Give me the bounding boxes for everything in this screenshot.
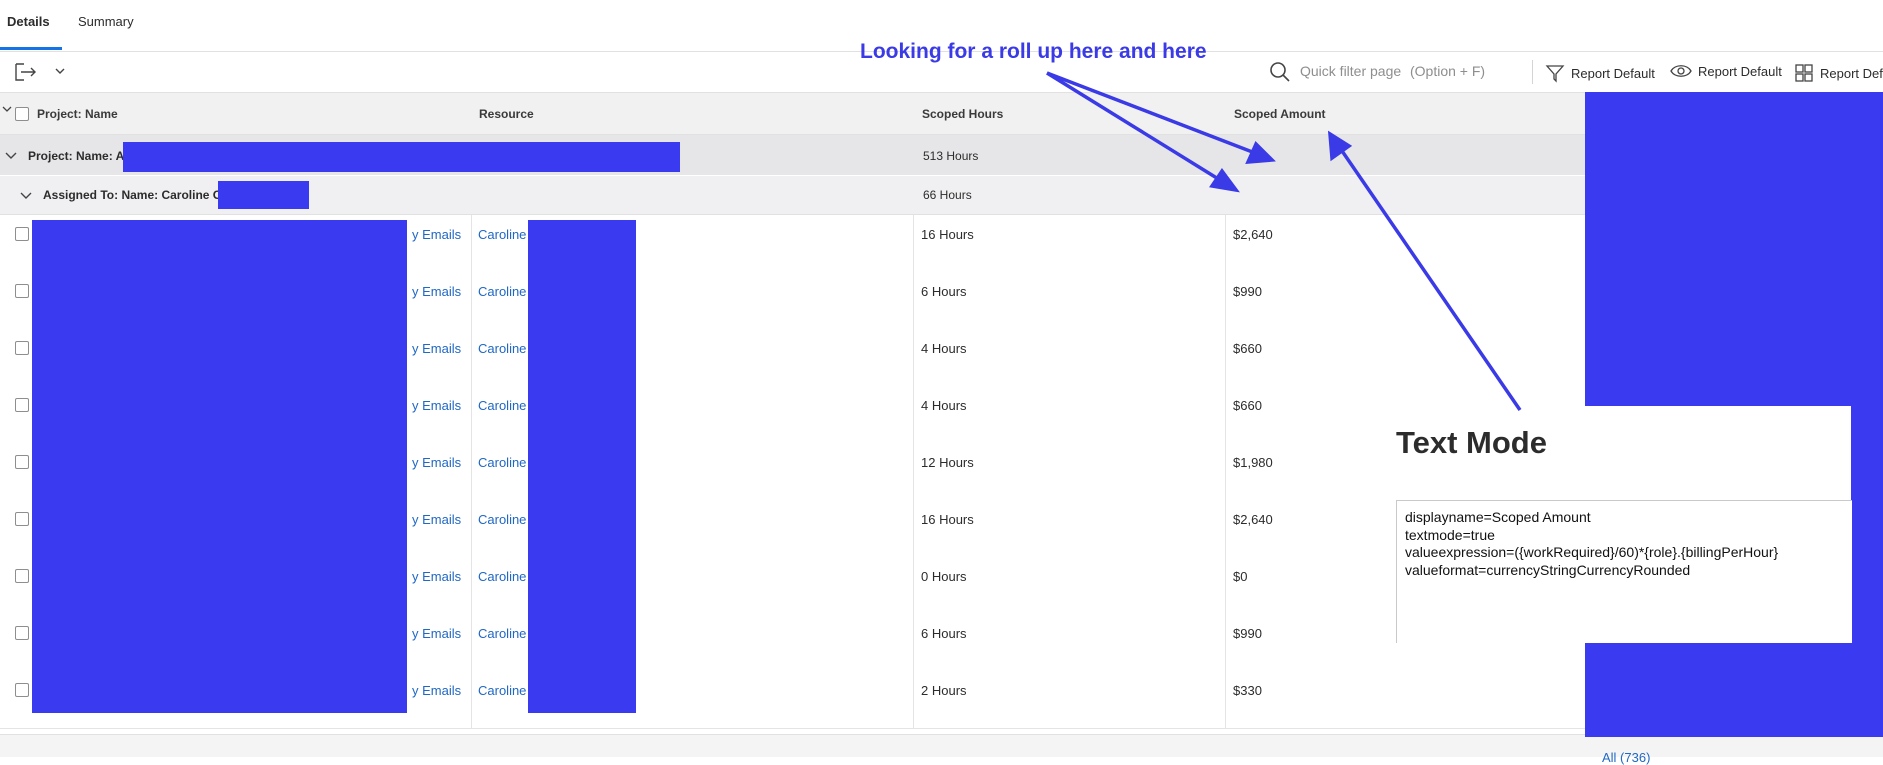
annotation-arrowhead bbox=[1209, 167, 1240, 193]
annotation-arrow bbox=[1046, 71, 1221, 182]
annotation-arrows bbox=[1046, 71, 1522, 411]
annotation-arrowhead bbox=[1245, 140, 1276, 164]
annotation-arrow bbox=[1338, 147, 1522, 411]
annotation-arrow bbox=[1046, 71, 1256, 155]
